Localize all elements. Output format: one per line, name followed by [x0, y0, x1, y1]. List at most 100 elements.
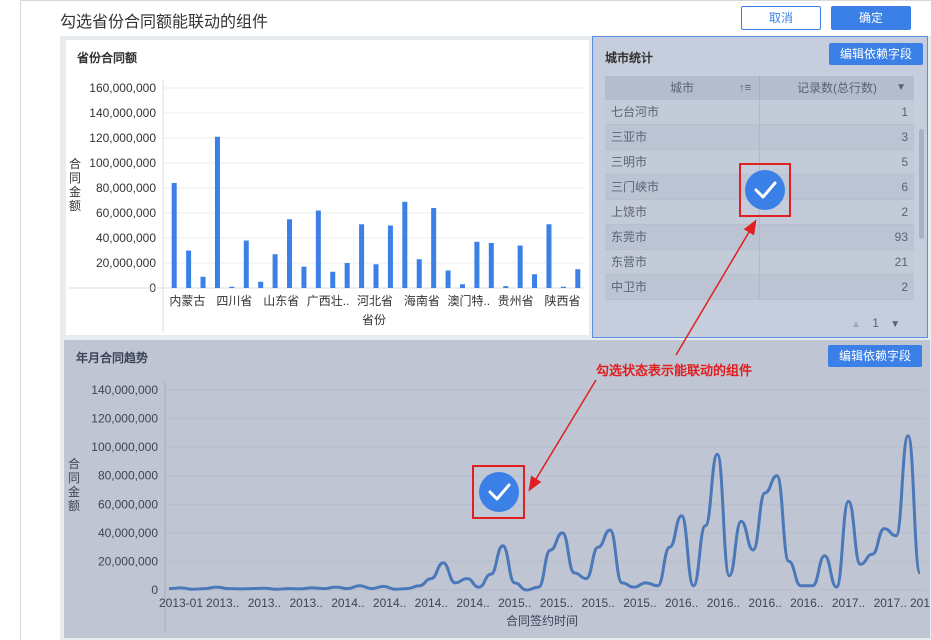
bar[interactable] — [272, 254, 278, 288]
edit-dependency-button[interactable]: 编辑依赖字段 — [829, 43, 923, 65]
city-cell: 三亚市 — [605, 125, 760, 149]
city-cell: 中卫市 — [605, 275, 760, 299]
panel-title: 城市统计 — [605, 51, 654, 65]
linked-checkbox[interactable] — [479, 472, 519, 512]
table-row[interactable]: 中卫市 2 — [605, 275, 914, 300]
dropdown-icon[interactable]: ▼ — [896, 76, 906, 100]
checkmark-icon — [754, 181, 777, 199]
next-page-icon[interactable]: ▼ — [890, 319, 900, 330]
bar[interactable] — [474, 241, 480, 288]
bar[interactable] — [373, 264, 379, 288]
prev-page-icon[interactable]: ▲ — [851, 319, 861, 330]
bar[interactable] — [214, 136, 220, 288]
x-tick-label: 2016.. — [748, 596, 781, 610]
bar[interactable] — [186, 250, 192, 289]
scrollbar[interactable] — [919, 129, 924, 239]
y-axis-label: 合同金额 — [69, 156, 81, 213]
x-tick-label: 2013-01 — [159, 596, 203, 610]
y-tick-label: 100,000,000 — [89, 156, 156, 170]
sort-icon[interactable]: ↑≡ — [739, 76, 751, 100]
x-tick-label: 2015.. — [582, 596, 615, 610]
bar[interactable] — [330, 271, 336, 288]
x-tick-label: 2014.. — [373, 596, 406, 610]
y-tick-label: 60,000,000 — [98, 497, 158, 511]
table-row[interactable]: 东莞市 93 — [605, 225, 914, 250]
checkmark-icon — [488, 483, 511, 501]
bar[interactable] — [402, 201, 408, 288]
y-tick-label: 140,000,000 — [91, 383, 158, 397]
linked-check-highlight — [472, 465, 525, 519]
page-number: 1 — [872, 316, 879, 330]
bar[interactable] — [445, 270, 451, 289]
y-tick-label: 160,000,000 — [89, 81, 156, 95]
table-row[interactable]: 东营市 21 — [605, 250, 914, 275]
x-tick-label: 2015.. — [540, 596, 573, 610]
table-row[interactable]: 三亚市 3 — [605, 125, 914, 150]
bar[interactable] — [359, 224, 365, 288]
bar[interactable] — [258, 281, 264, 288]
bar[interactable] — [200, 276, 206, 288]
x-tick-label: 2013.. — [206, 596, 239, 610]
x-tick-label: 广西壮.. — [307, 294, 350, 308]
x-tick-label: 2017.. — [832, 596, 865, 610]
x-tick-label: 2016.. — [790, 596, 823, 610]
y-axis-label: 合同金额 — [68, 456, 80, 513]
x-tick-label: 海南省 — [404, 293, 440, 308]
city-cell: 上饶市 — [605, 200, 760, 224]
bar[interactable] — [171, 183, 177, 288]
bar[interactable] — [546, 224, 552, 288]
bar[interactable] — [416, 259, 422, 288]
bar[interactable] — [488, 243, 494, 288]
x-tick-label: 2016.. — [707, 596, 740, 610]
bar[interactable] — [315, 210, 321, 289]
count-cell: 3 — [901, 130, 908, 144]
confirm-button[interactable]: 确定 — [831, 6, 911, 30]
y-tick-label: 0 — [151, 583, 158, 597]
table-row[interactable]: 七台河市 1 — [605, 100, 914, 125]
linked-checkbox[interactable] — [745, 170, 785, 210]
city-cell: 东莞市 — [605, 225, 760, 249]
y-tick-label: 80,000,000 — [96, 181, 156, 195]
bar[interactable] — [517, 245, 523, 289]
column-header-count[interactable]: 记录数(总行数) ▼ — [760, 76, 914, 100]
bar[interactable] — [459, 284, 465, 288]
bar[interactable] — [532, 274, 538, 288]
province-contract-panel[interactable]: 省份合同额 0 20,000,000 40,000,000 60,000,000 80,… — [66, 40, 589, 335]
x-tick-label: 四川省 — [216, 294, 252, 308]
x-tick-label: 2016.. — [665, 596, 698, 610]
bar[interactable] — [344, 263, 350, 288]
bar[interactable] — [301, 266, 307, 288]
bar[interactable] — [287, 219, 293, 288]
dialog-title: 勾选省份合同额能联动的组件 — [60, 14, 269, 31]
bar[interactable] — [560, 286, 566, 288]
y-tick-label: 20,000,000 — [96, 256, 156, 270]
y-tick-label: 100,000,000 — [91, 440, 158, 454]
x-tick-label: 2014.. — [415, 596, 448, 610]
city-cell: 东营市 — [605, 250, 760, 274]
count-cell: 93 — [894, 230, 908, 244]
column-header-city[interactable]: 城市 ↑≡ — [605, 76, 760, 100]
bar[interactable] — [575, 269, 581, 288]
cancel-button[interactable]: 取消 — [741, 6, 821, 30]
y-tick-label: 20,000,000 — [98, 554, 158, 568]
bar[interactable] — [387, 225, 393, 289]
x-tick-label: 2014.. — [456, 596, 489, 610]
x-tick-label: 2015.. — [498, 596, 531, 610]
x-tick-label: 2013.. — [248, 596, 281, 610]
x-axis-label: 省份 — [362, 313, 386, 327]
bar[interactable] — [431, 208, 437, 288]
y-tick-label: 40,000,000 — [96, 231, 156, 245]
x-tick-label: 陕西省 — [545, 293, 581, 308]
bar[interactable] — [243, 240, 249, 289]
y-tick-label: 120,000,000 — [89, 131, 156, 145]
bar[interactable] — [503, 286, 509, 288]
y-tick-label: 80,000,000 — [98, 469, 158, 483]
count-cell: 2 — [901, 280, 908, 294]
city-cell: 三门峡市 — [605, 175, 760, 199]
province-bar-chart: 020,000,00040,000,00060,000,00080,000,00… — [69, 80, 585, 332]
city-cell: 三明市 — [605, 150, 760, 174]
x-tick-label: 贵州省 — [498, 294, 534, 308]
bar[interactable] — [229, 286, 235, 288]
x-tick-label: 内蒙古 — [169, 293, 205, 308]
city-cell: 七台河市 — [605, 100, 760, 124]
